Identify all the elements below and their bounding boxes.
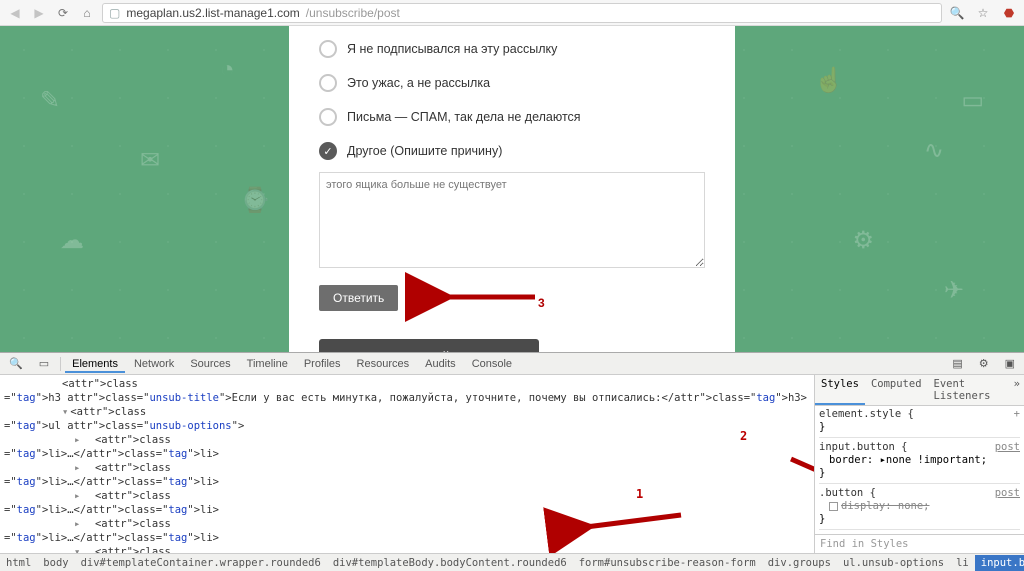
option-label: Другое (Опишите причину)	[347, 144, 502, 158]
submit-button[interactable]: Ответить	[319, 285, 398, 311]
tab-network[interactable]: Network	[127, 355, 181, 373]
radio-icon[interactable]	[319, 108, 337, 126]
option-label: Это ужас, а не рассылка	[347, 76, 490, 90]
breadcrumb-item[interactable]: form#unsubscribe-reason-form	[573, 555, 762, 571]
globe-icon: ▢	[109, 6, 120, 20]
tab-resources[interactable]: Resources	[350, 355, 417, 373]
home-icon[interactable]: ⌂	[78, 4, 96, 22]
bookmark-star-icon[interactable]: ☆	[974, 4, 992, 22]
unsub-option[interactable]: Это ужас, а не рассылка	[289, 66, 735, 100]
radio-icon[interactable]	[319, 74, 337, 92]
address-bar[interactable]: ▢ megaplan.us2.list-manage1.com/unsubscr…	[102, 3, 942, 23]
dom-tree[interactable]: <attr">class="tag">h3 attr">class="unsub…	[0, 375, 814, 553]
breadcrumb-item[interactable]: input.button.small-button	[975, 555, 1024, 571]
annotation-arrow-2	[735, 437, 814, 519]
new-rule-icon[interactable]: +	[1014, 408, 1020, 421]
styles-filter[interactable]: Find in Styles	[815, 534, 1024, 553]
styles-tab-listeners[interactable]: Event Listeners	[928, 375, 1010, 405]
tab-audits[interactable]: Audits	[418, 355, 463, 373]
radio-icon[interactable]	[319, 40, 337, 58]
breadcrumb-item[interactable]: div#templateContainer.wrapper.rounded6	[75, 555, 327, 571]
search-icon[interactable]: 🔍	[948, 4, 966, 22]
styles-tabs: Styles Computed Event Listeners »	[815, 375, 1024, 406]
url-host: megaplan.us2.list-manage1.com	[126, 6, 299, 20]
mask-icon[interactable]: ⬣	[1000, 4, 1018, 22]
option-label: Я не подписывался на эту рассылку	[347, 42, 557, 56]
tab-console[interactable]: Console	[465, 355, 519, 373]
breadcrumb-item[interactable]: div#templateBody.bodyContent.rounded6	[327, 555, 573, 571]
browser-toolbar: ◀ ▶ ⟳ ⌂ ▢ megaplan.us2.list-manage1.com/…	[0, 0, 1024, 26]
forward-icon[interactable]: ▶	[30, 4, 48, 22]
annotation-number-1: 1	[636, 487, 643, 501]
styles-panel: Styles Computed Event Listeners » + elem…	[814, 375, 1024, 553]
breadcrumb-item[interactable]: ul.unsub-options	[837, 555, 950, 571]
styles-rules[interactable]: + element.style {}input.button {postbord…	[815, 406, 1024, 534]
unsub-options: Я не подписывался на эту рассылку Это уж…	[289, 26, 735, 168]
dock-icon[interactable]: ▣	[998, 354, 1022, 373]
devtools-tabs: 🔍 ▭ Elements Network Sources Timeline Pr…	[0, 353, 1024, 375]
dom-breadcrumbs[interactable]: htmlbodydiv#templateContainer.wrapper.ro…	[0, 553, 1024, 571]
tab-timeline[interactable]: Timeline	[240, 355, 295, 373]
device-icon[interactable]: ▭	[32, 354, 56, 373]
devtools: 🔍 ▭ Elements Network Sources Timeline Pr…	[0, 352, 1024, 571]
unsubscribe-card: Я не подписывался на эту рассылку Это уж…	[289, 26, 735, 352]
drawer-icon[interactable]: ▤	[945, 354, 969, 373]
back-icon[interactable]: ◀	[6, 4, 24, 22]
back-to-site-button[interactable]: « Вернуться на сайт Мегаплана	[319, 339, 539, 352]
tab-sources[interactable]: Sources	[183, 355, 237, 373]
settings-gear-icon[interactable]: ⚙	[972, 354, 996, 373]
page-viewport: ✎ ✉ ☁ ◔ ⌚ ☝ ∿ ▭ ⚙ ✈ Я не подписывался на…	[0, 26, 1024, 352]
annotation-number-2: 2	[740, 429, 747, 443]
breadcrumb-item[interactable]: li	[950, 555, 975, 571]
styles-more-icon[interactable]: »	[1010, 375, 1024, 405]
unsub-option[interactable]: Письма — СПАМ, так дела не делаются	[289, 100, 735, 134]
styles-tab-computed[interactable]: Computed	[865, 375, 928, 405]
radio-icon[interactable]	[319, 142, 337, 160]
annotation-number-3: 3	[538, 296, 545, 310]
url-path: /unsubscribe/post	[306, 6, 400, 20]
breadcrumb-item[interactable]: html	[0, 555, 37, 571]
tab-profiles[interactable]: Profiles	[297, 355, 348, 373]
unsub-option[interactable]: Другое (Опишите причину)	[289, 134, 735, 168]
reload-icon[interactable]: ⟳	[54, 4, 72, 22]
unsub-option[interactable]: Я не подписывался на эту рассылку	[289, 32, 735, 66]
styles-tab-styles[interactable]: Styles	[815, 375, 865, 405]
reason-textarea[interactable]	[319, 172, 705, 268]
inspect-icon[interactable]: 🔍	[2, 354, 30, 373]
option-label: Письма — СПАМ, так дела не делаются	[347, 110, 581, 124]
tab-elements[interactable]: Elements	[65, 355, 125, 373]
breadcrumb-item[interactable]: body	[37, 555, 74, 571]
breadcrumb-item[interactable]: div.groups	[762, 555, 837, 571]
